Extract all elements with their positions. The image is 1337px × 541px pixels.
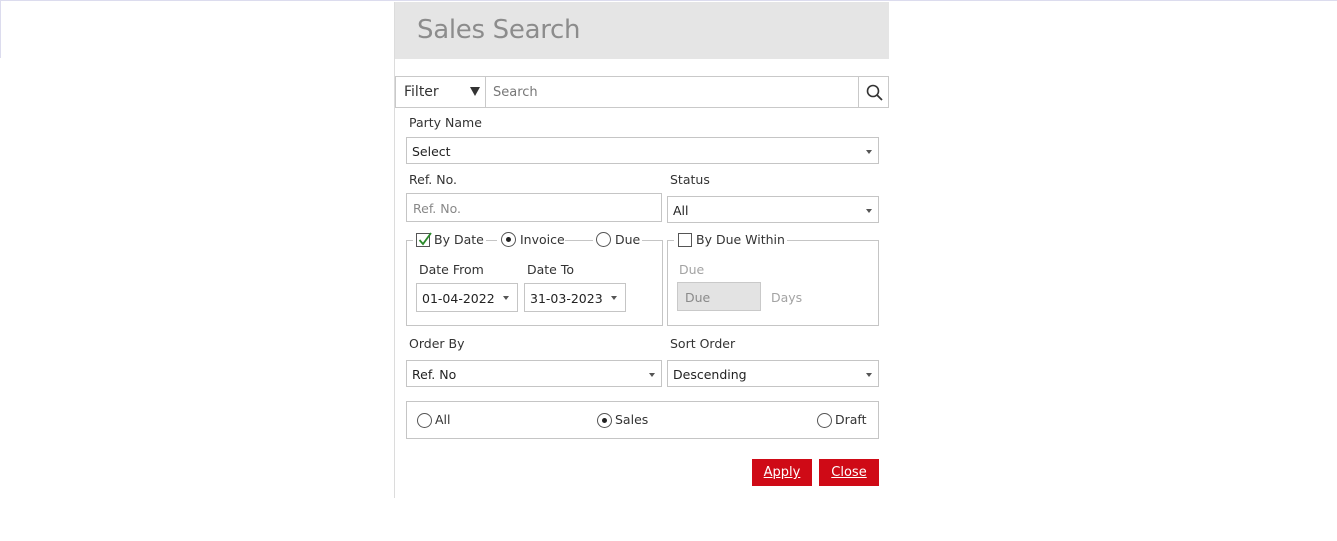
apply-button[interactable]: Apply xyxy=(752,459,812,486)
filter-label: Filter xyxy=(404,84,439,100)
chevron-down-icon xyxy=(866,209,872,213)
order-by-label: Order By xyxy=(409,336,465,351)
ref-no-label: Ref. No. xyxy=(409,172,458,187)
radio-selected-dot xyxy=(506,237,511,242)
by-due-within-label: By Due Within xyxy=(696,232,785,247)
chevron-down-icon xyxy=(611,296,617,300)
date-from-label: Date From xyxy=(419,262,484,277)
type-draft-label: Draft xyxy=(835,412,867,427)
sort-order-select[interactable]: Descending xyxy=(667,360,879,387)
type-all-radio[interactable] xyxy=(417,413,432,428)
due-days-input[interactable]: Due xyxy=(677,282,761,311)
due-days-label: Due xyxy=(679,262,705,277)
date-to-label: Date To xyxy=(527,262,575,277)
radio-selected-dot xyxy=(602,418,607,423)
date-to-picker[interactable]: 31-03-2023 xyxy=(524,283,626,312)
search-input[interactable] xyxy=(487,77,857,107)
chevron-down-icon xyxy=(866,373,872,377)
chevron-down-icon xyxy=(503,296,509,300)
party-name-select[interactable]: Select xyxy=(406,137,879,164)
type-all-label: All xyxy=(435,412,451,427)
close-button[interactable]: Close xyxy=(819,459,879,486)
due-radio[interactable] xyxy=(596,232,611,247)
invoice-radio-label: Invoice xyxy=(520,232,565,247)
order-by-select[interactable]: Ref. No xyxy=(406,360,662,387)
sales-search-panel: Sales Search Filter Party Name Select Re… xyxy=(394,2,889,498)
date-from-picker[interactable]: 01-04-2022 xyxy=(416,283,518,312)
by-date-checkbox[interactable] xyxy=(416,232,432,247)
status-select[interactable]: All xyxy=(667,196,879,223)
date-to-value: 31-03-2023 xyxy=(530,291,603,306)
sort-order-label: Sort Order xyxy=(670,336,736,351)
status-label: Status xyxy=(670,172,710,187)
status-value: All xyxy=(673,203,689,218)
party-name-label: Party Name xyxy=(409,115,482,130)
chevron-down-icon xyxy=(866,150,872,154)
ref-no-placeholder: Ref. No. xyxy=(413,201,462,216)
search-bar: Filter xyxy=(395,76,889,108)
due-radio-label: Due xyxy=(615,232,641,247)
checkmark-icon xyxy=(418,232,432,246)
search-button[interactable] xyxy=(858,77,889,107)
top-border-line xyxy=(0,0,1337,1)
caret-down-icon xyxy=(470,87,480,96)
due-days-placeholder: Due xyxy=(685,290,711,305)
filter-dropdown-button[interactable]: Filter xyxy=(396,77,486,107)
date-from-value: 01-04-2022 xyxy=(422,291,495,306)
search-icon xyxy=(866,84,883,101)
days-label: Days xyxy=(771,290,803,305)
page-title: Sales Search xyxy=(417,15,581,45)
party-name-value: Select xyxy=(412,144,451,159)
chevron-down-icon xyxy=(649,373,655,377)
type-draft-radio[interactable] xyxy=(817,413,832,428)
type-sales-label: Sales xyxy=(615,412,649,427)
by-date-label: By Date xyxy=(434,232,484,247)
ref-no-input[interactable]: Ref. No. xyxy=(406,193,662,222)
invoice-radio[interactable] xyxy=(501,232,516,247)
by-due-within-checkbox[interactable] xyxy=(678,233,692,247)
order-by-value: Ref. No xyxy=(412,367,457,382)
left-border-line xyxy=(0,0,1,58)
panel-header: Sales Search xyxy=(395,2,889,59)
type-sales-radio[interactable] xyxy=(597,413,612,428)
sort-order-value: Descending xyxy=(673,367,747,382)
